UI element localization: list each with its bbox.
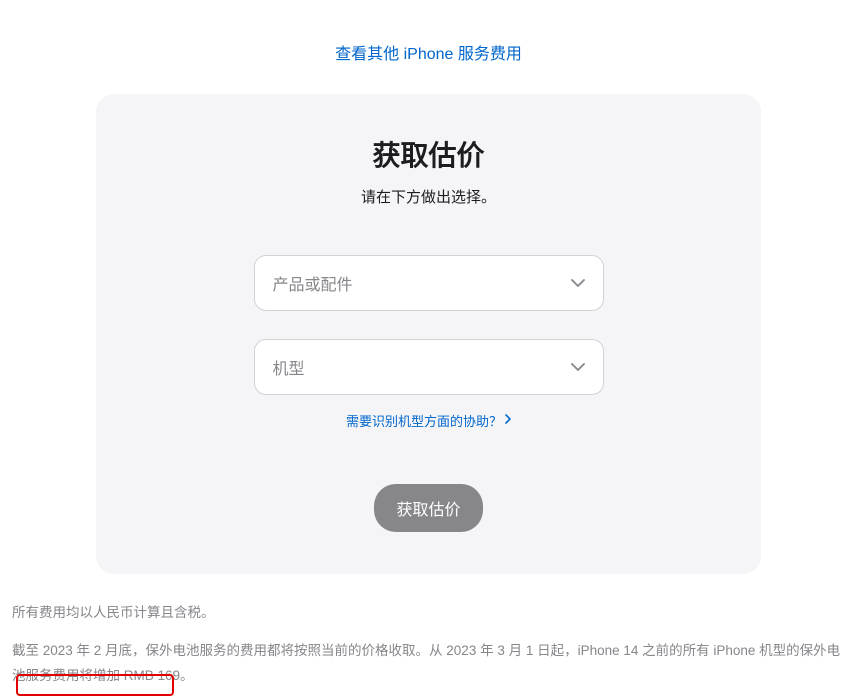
get-estimate-button[interactable]: 获取估价	[374, 484, 482, 532]
chevron-down-icon	[571, 274, 585, 292]
model-select[interactable]: 机型	[254, 339, 604, 395]
help-identify-model-link[interactable]: 需要识别机型方面的协助？	[346, 411, 511, 430]
chevron-down-icon	[571, 358, 585, 376]
model-select-label: 机型	[273, 355, 305, 379]
chevron-right-icon	[505, 414, 511, 427]
footer-note-1: 所有费用均以人民币计算且含税。	[12, 600, 845, 626]
product-select[interactable]: 产品或配件	[254, 255, 604, 311]
footer-notes: 所有费用均以人民币计算且含税。 截至 2023 年 2 月底，保外电池服务的费用…	[0, 574, 857, 689]
top-link-other-iphone-services[interactable]: 查看其他 iPhone 服务费用	[335, 46, 522, 63]
help-link-label: 需要识别机型方面的协助？	[346, 411, 502, 430]
card-title: 获取估价	[146, 134, 711, 174]
footer-note-2: 截至 2023 年 2 月底，保外电池服务的费用都将按照当前的价格收取。从 20…	[12, 638, 845, 689]
card-subtitle: 请在下方做出选择。	[146, 186, 711, 207]
product-select-label: 产品或配件	[273, 271, 353, 295]
estimate-card: 获取估价 请在下方做出选择。 产品或配件 机型 需要识别机型方面的协助？ 获取估…	[96, 94, 761, 574]
